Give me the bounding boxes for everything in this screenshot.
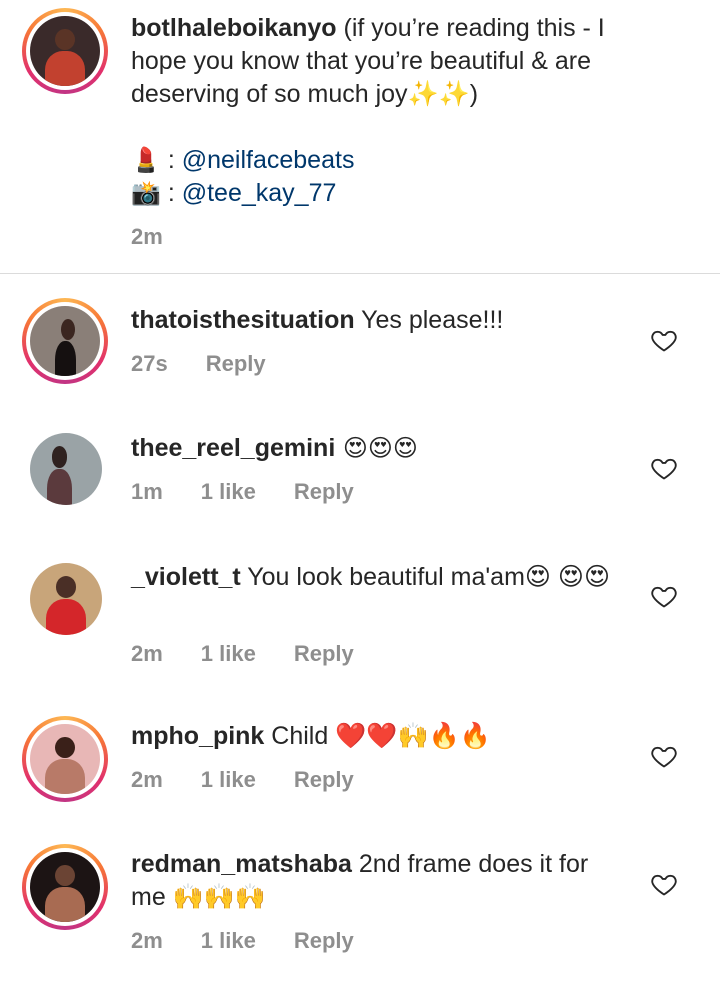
reply-button[interactable]: Reply [294, 641, 354, 667]
comment-username[interactable]: thatoisthesituation [131, 306, 355, 334]
comment-text: _violett_t You look beautiful ma'am😍 😍😍 [131, 563, 611, 591]
caption-credit-2: 📸 : @tee_kay_77 [131, 179, 337, 207]
comment-row: mpho_pink Child ❤️❤️🙌🔥🔥 2m 1 like Reply [0, 714, 720, 824]
comment-meta: 27s Reply [131, 351, 304, 377]
like-heart-icon[interactable] [650, 326, 678, 354]
comment-row: thatoisthesituation Yes please!!! 27s Rep… [0, 296, 720, 406]
timestamp: 2m [131, 767, 163, 792]
timestamp: 1m [131, 479, 163, 504]
comment-row: redman_matshaba 2nd frame does it for me… [0, 842, 720, 982]
caption-text: botlhaleboikanyo (if you’re reading this… [131, 12, 651, 111]
reply-button[interactable]: Reply [206, 351, 266, 377]
avatar[interactable] [22, 716, 108, 802]
comment-username[interactable]: thee_reel_gemini [131, 434, 335, 462]
like-count[interactable]: 1 like [201, 479, 256, 505]
avatar[interactable] [30, 563, 102, 635]
avatar[interactable] [22, 298, 108, 384]
comment-meta: 2m 1 like Reply [131, 767, 392, 793]
avatar[interactable] [22, 844, 108, 930]
avatar[interactable] [30, 433, 102, 505]
comment-text: thatoisthesituation Yes please!!! [131, 306, 504, 334]
caption-avatar[interactable] [22, 8, 108, 94]
caption-username[interactable]: botlhaleboikanyo [131, 14, 337, 42]
divider [0, 273, 720, 274]
timestamp: 2m [131, 928, 163, 953]
comment-row: thee_reel_gemini 😍😍😍 1m 1 like Reply [0, 425, 720, 535]
like-heart-icon[interactable] [650, 742, 678, 770]
reply-button[interactable]: Reply [294, 767, 354, 793]
caption: botlhaleboikanyo (if you’re reading this… [0, 0, 720, 273]
like-heart-icon[interactable] [650, 454, 678, 482]
comment-username[interactable]: mpho_pink [131, 722, 264, 750]
comment-meta: 2m 1 like Reply [131, 928, 392, 954]
comment-username[interactable]: redman_matshaba [131, 850, 352, 878]
comment-text: thee_reel_gemini 😍😍😍 [131, 434, 418, 462]
like-heart-icon[interactable] [650, 582, 678, 610]
comment-row: _violett_t You look beautiful ma'am😍 😍😍 … [0, 555, 720, 675]
timestamp: 2m [131, 224, 163, 249]
comment-text: mpho_pink Child ❤️❤️🙌🔥🔥 [131, 722, 491, 750]
lipstick-icon: 💄 [131, 146, 161, 174]
comment-meta: 1m 1 like Reply [131, 479, 392, 505]
comment-meta: 2m 1 like Reply [131, 641, 392, 667]
reply-button[interactable]: Reply [294, 928, 354, 954]
like-count[interactable]: 1 like [201, 767, 256, 793]
caption-credit-1: 💄 : @neilfacebeats [131, 146, 355, 174]
comment-text: redman_matshaba 2nd frame does it for me… [131, 850, 589, 911]
comment-username[interactable]: _violett_t [131, 563, 241, 591]
caption-meta: 2m [131, 224, 201, 250]
like-count[interactable]: 1 like [201, 641, 256, 667]
camera-flash-icon: 📸 [131, 179, 161, 207]
mention-link[interactable]: @neilfacebeats [182, 146, 355, 174]
timestamp: 2m [131, 641, 163, 666]
mention-link[interactable]: @tee_kay_77 [182, 179, 337, 207]
like-heart-icon[interactable] [650, 870, 678, 898]
timestamp: 27s [131, 351, 168, 376]
reply-button[interactable]: Reply [294, 479, 354, 505]
like-count[interactable]: 1 like [201, 928, 256, 954]
